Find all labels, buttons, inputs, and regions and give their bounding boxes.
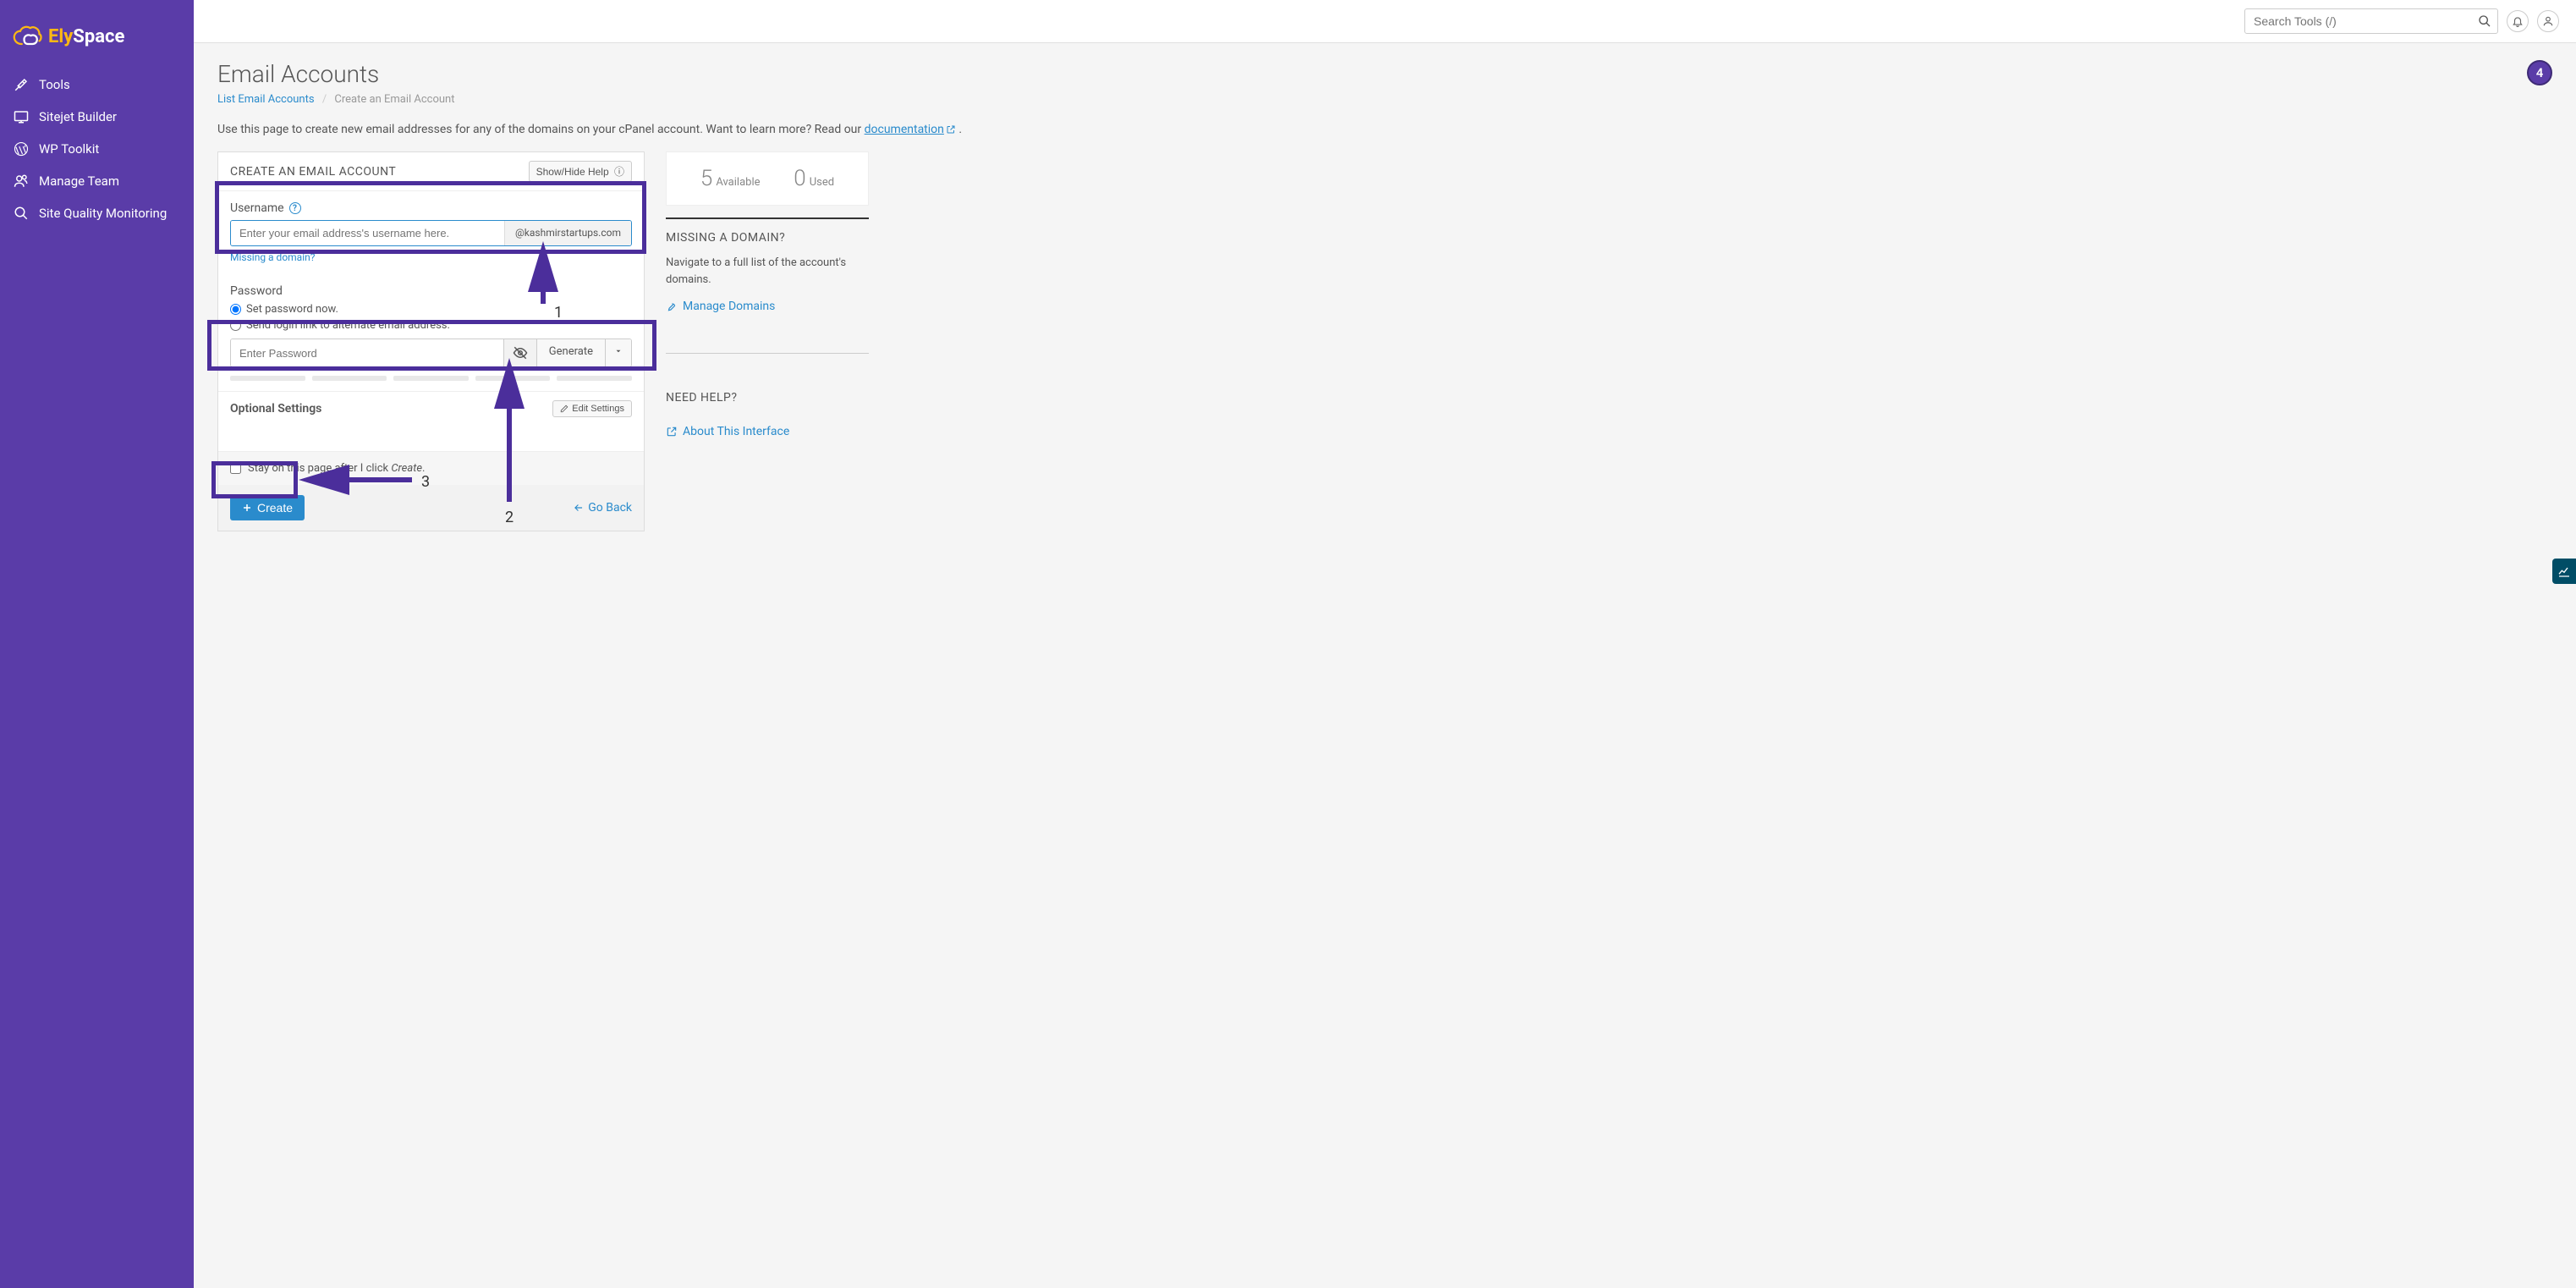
notifications-button[interactable] <box>2507 10 2529 32</box>
page-title: Email Accounts <box>217 60 455 88</box>
stay-checkbox-row[interactable]: Stay on this page after I click Create. <box>230 462 632 475</box>
search-icon <box>2478 14 2491 28</box>
arrow-left-icon <box>573 502 585 514</box>
used-count: 0 <box>794 166 805 191</box>
missing-domain-link[interactable]: Missing a domain? <box>230 251 315 263</box>
missing-domain-text: Navigate to a full list of the account's… <box>666 255 869 288</box>
documentation-link[interactable]: documentation <box>865 123 956 136</box>
team-icon <box>14 173 29 189</box>
bell-icon <box>2512 15 2524 27</box>
show-hide-help-button[interactable]: Show/Hide Help ⓘ <box>529 161 632 182</box>
sidebar-item-label: Site Quality Monitoring <box>39 206 167 221</box>
sidebar-item-quality[interactable]: Site Quality Monitoring <box>0 197 194 229</box>
caret-down-icon <box>614 347 623 355</box>
screen-icon <box>14 109 29 124</box>
stats-tab-button[interactable] <box>2552 559 2576 584</box>
sidebar-item-team[interactable]: Manage Team <box>0 165 194 197</box>
external-link-icon <box>946 124 956 135</box>
sidebar-item-tools[interactable]: Tools <box>0 69 194 101</box>
missing-domain-heading: MISSING A DOMAIN? <box>666 231 869 245</box>
topbar <box>194 0 2576 43</box>
stay-checkbox[interactable] <box>230 463 241 474</box>
breadcrumb: List Email Accounts / Create an Email Ac… <box>217 93 455 106</box>
stats-card: 5 Available 0 Used <box>666 151 869 206</box>
breadcrumb-list-link[interactable]: List Email Accounts <box>217 93 315 106</box>
help-icon[interactable]: ? <box>289 202 301 214</box>
password-strength <box>230 376 632 381</box>
sidebar-item-label: Tools <box>39 77 70 92</box>
password-block: Password Set password now. Send login li… <box>218 274 644 391</box>
wordpress-icon <box>14 141 29 157</box>
user-button[interactable] <box>2537 10 2559 32</box>
sidebar-item-label: WP Toolkit <box>39 141 99 157</box>
step-badge: 4 <box>2527 60 2552 85</box>
about-interface-link[interactable]: About This Interface <box>666 425 789 438</box>
cloud-icon <box>13 25 43 47</box>
external-link-icon <box>666 426 678 438</box>
logo-text: ElySpace <box>48 26 124 47</box>
edit-settings-button[interactable]: Edit Settings <box>552 400 632 417</box>
sidebar-item-label: Manage Team <box>39 173 119 189</box>
domain-addon: @kashmirstartups.com <box>504 221 631 245</box>
password-label: Password <box>230 284 283 298</box>
wrench-small-icon <box>666 300 678 312</box>
create-button[interactable]: Create <box>230 495 305 520</box>
eye-off-icon <box>513 345 528 361</box>
username-input[interactable] <box>231 221 504 245</box>
sidebar-item-wp[interactable]: WP Toolkit <box>0 133 194 165</box>
main-area: Email Accounts List Email Accounts / Cre… <box>194 0 2576 1288</box>
sidebar-item-label: Sitejet Builder <box>39 109 117 124</box>
available-count: 5 <box>700 166 712 191</box>
need-help-heading: NEED HELP? <box>666 391 869 405</box>
generate-caret-button[interactable] <box>605 339 631 366</box>
radio-set-now[interactable]: Set password now. <box>230 303 632 316</box>
search-input[interactable] <box>2244 8 2498 34</box>
radio-set-now-input[interactable] <box>230 304 241 315</box>
manage-domains-link[interactable]: Manage Domains <box>666 300 775 313</box>
sidebar-item-sitejet[interactable]: Sitejet Builder <box>0 101 194 133</box>
used-label: Used <box>810 176 834 189</box>
panel-title: CREATE AN EMAIL ACCOUNT <box>230 165 396 179</box>
breadcrumb-sep: / <box>322 93 327 106</box>
magnify-icon <box>14 206 29 221</box>
username-label: Username <box>230 201 284 215</box>
help-circle-icon: ⓘ <box>614 166 624 178</box>
wrench-icon <box>14 77 29 92</box>
intro-text: Use this page to create new email addres… <box>217 123 2552 136</box>
create-email-panel: CREATE AN EMAIL ACCOUNT Show/Hide Help ⓘ… <box>217 151 645 531</box>
radio-send-link[interactable]: Send login link to alternate email addre… <box>230 319 632 332</box>
user-icon <box>2542 15 2554 27</box>
toggle-visibility-button[interactable] <box>503 339 536 366</box>
content: Email Accounts List Email Accounts / Cre… <box>194 43 2576 548</box>
plus-icon <box>242 503 252 513</box>
available-label: Available <box>716 176 760 189</box>
chart-icon <box>2557 564 2571 578</box>
optional-settings-title: Optional Settings <box>230 402 321 416</box>
sidebar: ElySpace Tools Sitejet Builder WP Toolki… <box>0 0 194 1288</box>
logo[interactable]: ElySpace <box>0 0 194 69</box>
go-back-link[interactable]: Go Back <box>573 501 632 515</box>
password-input[interactable] <box>231 339 503 366</box>
pencil-icon <box>560 405 568 413</box>
radio-send-link-input[interactable] <box>230 320 241 331</box>
generate-button[interactable]: Generate <box>536 339 605 366</box>
breadcrumb-current: Create an Email Account <box>334 93 454 106</box>
username-block: Username ? @kashmirstartups.com Missing … <box>218 191 644 274</box>
